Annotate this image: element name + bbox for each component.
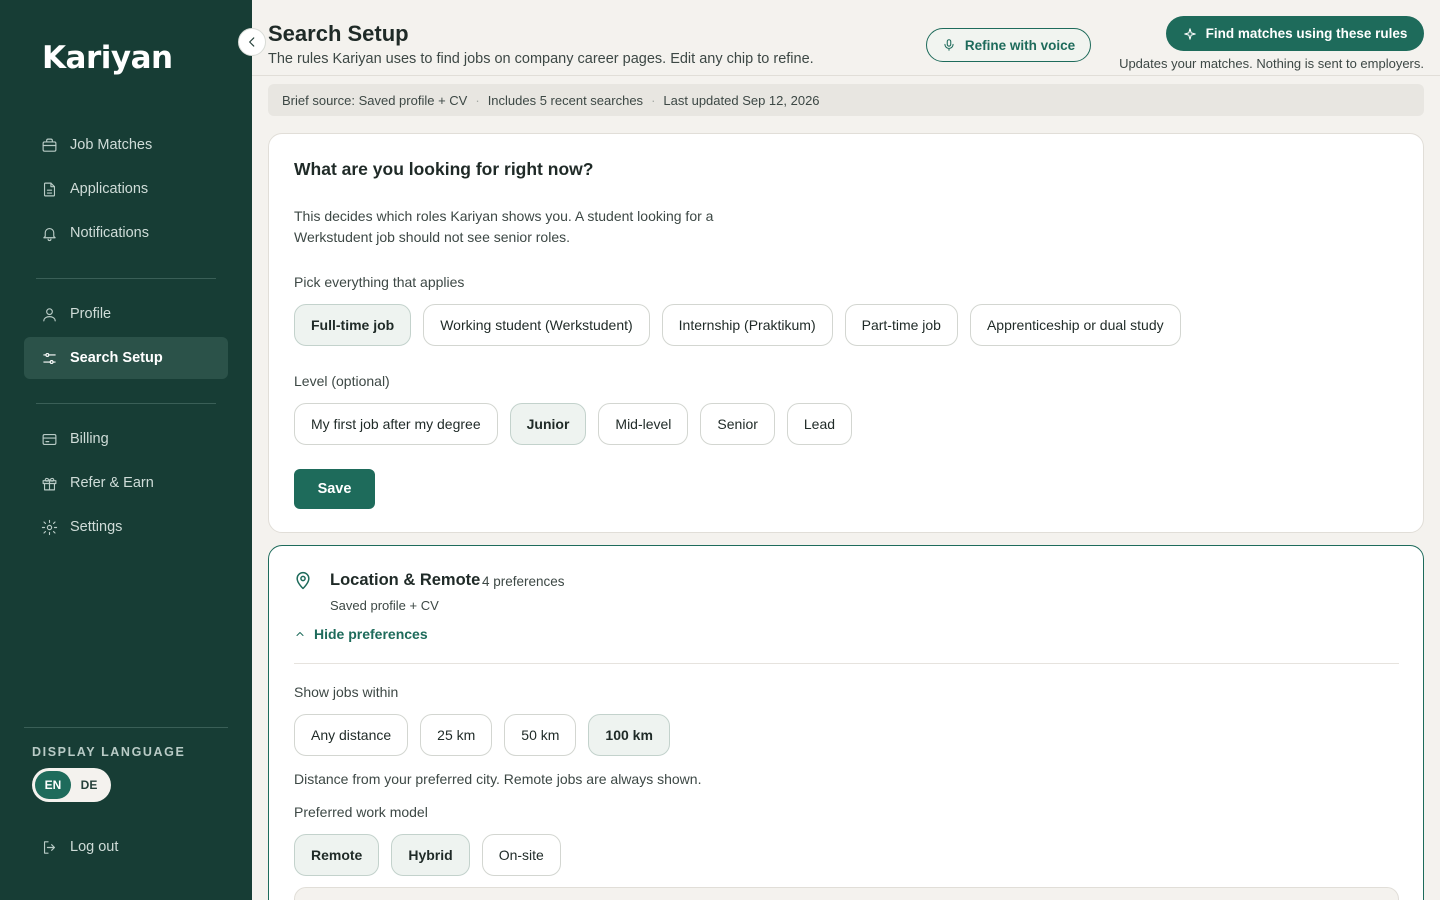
chevron-up-icon (296, 632, 304, 636)
page-subtitle: The rules Kariyan uses to find jobs on c… (268, 51, 814, 67)
chip-hybrid[interactable]: Hybrid (391, 834, 470, 876)
refine-with-voice-label: Refine with voice (964, 37, 1076, 53)
chevron-left-icon (249, 37, 255, 47)
credit-card-icon (40, 430, 58, 448)
section-divider (294, 663, 1399, 664)
refine-with-voice-button[interactable]: Refine with voice (926, 28, 1091, 62)
language-option-de[interactable]: DE (71, 771, 107, 799)
hide-preferences-toggle[interactable]: Hide preferences (294, 626, 428, 642)
chip-25-km[interactable]: 25 km (420, 714, 493, 756)
find-matches-label: Find matches using these rules (1205, 26, 1408, 41)
chip-internship[interactable]: Internship (Praktikum) (661, 304, 833, 346)
chip-part-time[interactable]: Part-time job (844, 304, 958, 346)
separator-dot: · (651, 92, 656, 108)
brief-source: Brief source: Saved profile + CV (282, 92, 468, 108)
chip-50-km[interactable]: 50 km (504, 714, 577, 756)
chip-lead[interactable]: Lead (786, 403, 853, 445)
level-label: Level (optional) (294, 373, 390, 389)
user-icon (40, 305, 58, 323)
sidebar-item-label: Applications (70, 181, 149, 197)
sidebar-item-notifications[interactable]: Notifications (24, 212, 228, 254)
logout-label: Log out (70, 839, 119, 855)
level-chips: My first job after my degree Junior Mid-… (294, 403, 853, 445)
sidebar-item-settings[interactable]: Settings (24, 506, 228, 548)
header-divider (252, 75, 1440, 76)
briefcase-icon (40, 136, 58, 154)
chip-junior[interactable]: Junior (509, 403, 587, 445)
save-button[interactable]: Save (294, 469, 375, 509)
sidebar-item-label: Billing (70, 431, 109, 447)
looking-for-card: What are you looking for right now? This… (268, 133, 1424, 533)
sidebar-item-label: Job Matches (70, 137, 153, 153)
map-pin-icon (293, 571, 313, 591)
sidebar-item-label: Profile (70, 306, 112, 322)
distance-label: Show jobs within (294, 684, 399, 700)
sidebar-divider (24, 727, 228, 728)
location-section-title: Location & Remote (330, 571, 481, 589)
sidebar: Kariyan Job Matches Applications Notific… (0, 0, 252, 900)
sliders-icon (40, 349, 58, 367)
logout-button[interactable]: Log out (24, 826, 228, 868)
gear-icon (40, 518, 58, 536)
sidebar-item-label: Search Setup (70, 350, 163, 366)
language-toggle[interactable]: EN DE (32, 768, 111, 802)
sidebar-item-applications[interactable]: Applications (24, 168, 228, 210)
job-type-chips: Full-time job Working student (Werkstude… (294, 304, 1181, 346)
sidebar-item-search-setup[interactable]: Search Setup (24, 337, 228, 379)
bell-icon (40, 224, 58, 242)
sidebar-item-refer-earn[interactable]: Refer & Earn (24, 462, 228, 504)
looking-for-description: This decides which roles Kariyan shows y… (294, 208, 714, 245)
separator-dot: · (475, 92, 480, 108)
chip-apprenticeship[interactable]: Apprenticeship or dual study (969, 304, 1181, 346)
location-remote-card: Location & Remote 4 preferences Saved pr… (268, 545, 1424, 900)
sidebar-item-job-matches[interactable]: Job Matches (24, 124, 228, 166)
brief-source-bar: Brief source: Saved profile + CV · Inclu… (268, 84, 1424, 116)
looking-for-title: What are you looking for right now? (294, 159, 594, 179)
microphone-icon (944, 39, 954, 51)
chip-working-student[interactable]: Working student (Werkstudent) (423, 304, 650, 346)
collapse-sidebar-button[interactable] (238, 28, 266, 56)
sidebar-item-profile[interactable]: Profile (24, 293, 228, 335)
logout-icon (40, 838, 58, 856)
chip-on-site[interactable]: On-site (481, 834, 561, 876)
language-option-en[interactable]: EN (35, 771, 71, 799)
app-logo[interactable]: Kariyan (42, 40, 173, 76)
work-model-chips: Remote Hybrid On-site (294, 834, 561, 876)
brief-last-updated: Last updated Sep 12, 2026 (663, 92, 820, 108)
find-matches-note: Updates your matches. Nothing is sent to… (1119, 56, 1424, 71)
gift-icon (40, 474, 58, 492)
chip-any-distance[interactable]: Any distance (294, 714, 409, 756)
sidebar-item-billing[interactable]: Billing (24, 418, 228, 460)
sidebar-item-label: Settings (70, 519, 123, 535)
display-language-label: DISPLAY LANGUAGE (32, 745, 186, 759)
preferences-count: 4 preferences (482, 574, 565, 589)
distance-chips: Any distance 25 km 50 km 100 km (294, 714, 670, 756)
distance-help-text: Distance from your preferred city. Remot… (294, 771, 702, 787)
chip-remote[interactable]: Remote (294, 834, 380, 876)
hide-preferences-label: Hide preferences (314, 626, 428, 642)
chip-senior[interactable]: Senior (700, 403, 775, 445)
sidebar-item-label: Refer & Earn (70, 475, 154, 491)
chip-first-job[interactable]: My first job after my degree (294, 403, 498, 445)
job-types-label: Pick everything that applies (294, 274, 465, 290)
location-source: Saved profile + CV (330, 598, 439, 613)
brief-recent-searches: Includes 5 recent searches (487, 92, 644, 108)
sidebar-divider (36, 403, 216, 404)
work-model-label: Preferred work model (294, 804, 428, 820)
document-icon (40, 180, 58, 198)
next-preference-box[interactable] (294, 887, 1399, 900)
page-title: Search Setup (268, 21, 409, 46)
chip-100-km[interactable]: 100 km (588, 714, 670, 756)
sidebar-divider (36, 278, 216, 279)
chip-mid-level[interactable]: Mid-level (598, 403, 689, 445)
chip-full-time[interactable]: Full-time job (294, 304, 412, 346)
find-matches-button[interactable]: Find matches using these rules (1166, 16, 1424, 51)
sidebar-item-label: Notifications (70, 225, 149, 241)
sparkle-icon (1183, 27, 1196, 40)
